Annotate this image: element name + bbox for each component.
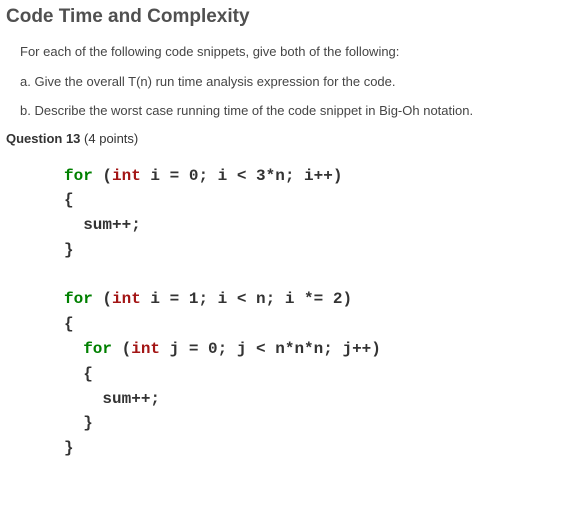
type-int: int [112, 167, 141, 185]
question-header: Question 13 (4 points) [6, 131, 553, 146]
question-points: (4 points) [84, 131, 138, 146]
code-snippet: for (int i = 0; i < 3*n; i++) { sum++; }… [64, 164, 553, 462]
code-text: i = 0; i < 3*n; i++) [141, 167, 343, 185]
type-int: int [131, 340, 160, 358]
code-text: { [64, 365, 93, 383]
code-indent [64, 340, 83, 358]
section-title: Code Time and Complexity [6, 6, 553, 28]
code-text: } [64, 439, 74, 457]
code-text: i = 1; i < n; i *= 2) [141, 290, 352, 308]
question-number: Question 13 [6, 131, 80, 146]
code-text: { [64, 191, 74, 209]
code-text: { [64, 315, 74, 333]
keyword-for: for [64, 290, 93, 308]
code-text: sum++; [64, 390, 160, 408]
code-text: } [64, 241, 74, 259]
code-text: ( [93, 167, 112, 185]
instructions-b: b. Describe the worst case running time … [20, 101, 553, 121]
document-root: Code Time and Complexity For each of the… [0, 0, 565, 481]
keyword-for: for [83, 340, 112, 358]
code-text: j = 0; j < n*n*n; j++) [160, 340, 381, 358]
type-int: int [112, 290, 141, 308]
code-text: sum++; [64, 216, 141, 234]
code-text: ( [112, 340, 131, 358]
code-text: ( [93, 290, 112, 308]
code-text: } [64, 414, 93, 432]
keyword-for: for [64, 167, 93, 185]
instructions-intro: For each of the following code snippets,… [20, 42, 553, 62]
instructions-a: a. Give the overall T(n) run time analys… [20, 72, 553, 92]
instructions-block: For each of the following code snippets,… [20, 42, 553, 121]
